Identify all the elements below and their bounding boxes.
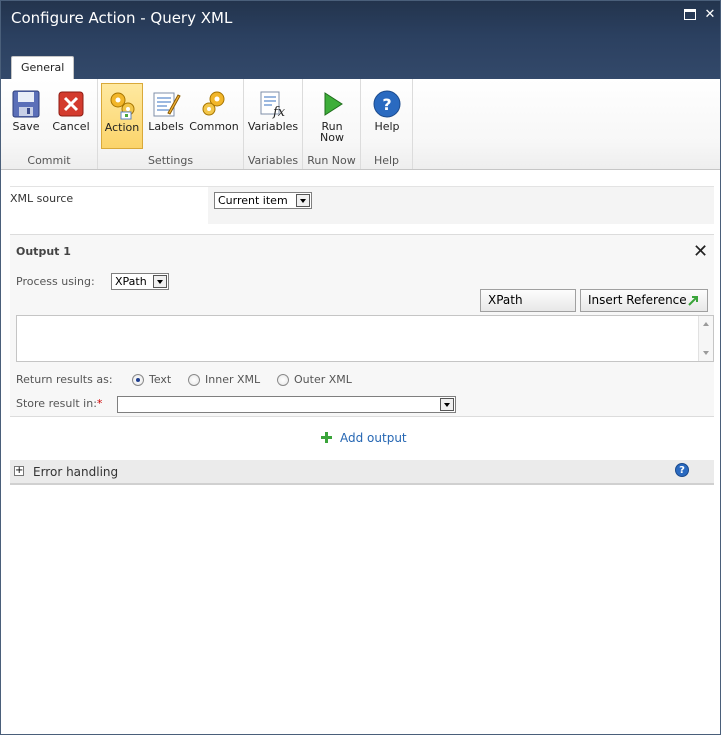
query-scrollbar[interactable] [698, 316, 713, 361]
xpath-query-input[interactable] [16, 315, 714, 362]
process-using-selected: XPath [115, 275, 147, 288]
help-icon[interactable]: ? [675, 463, 689, 477]
add-output-link[interactable]: Add output [340, 431, 407, 445]
ribbon-group-commit: Save Cancel Commit [1, 79, 98, 169]
maximize-icon[interactable] [684, 9, 696, 20]
xml-source-row: XML source Current item [10, 186, 714, 224]
process-using-label: Process using: [16, 275, 95, 288]
common-gears-icon [202, 91, 225, 116]
help-icon: ? [373, 90, 401, 118]
xpath-builder-button[interactable]: XPath Builder [480, 289, 576, 328]
variables-fx-icon: fx [260, 91, 286, 119]
run-now-button[interactable]: Run Now [308, 83, 356, 149]
help-button[interactable]: ? Help [365, 83, 409, 149]
cancel-button[interactable]: Cancel [49, 83, 93, 149]
chevron-down-icon [440, 398, 454, 411]
cancel-label: Cancel [52, 120, 90, 133]
common-button[interactable]: Common [189, 83, 239, 149]
return-inner-xml-radio[interactable] [188, 374, 200, 386]
insert-reference-label: Insert Reference [588, 293, 687, 307]
return-results-label: Return results as: [16, 373, 113, 386]
return-outer-xml-radio[interactable] [277, 374, 289, 386]
group-label-commit: Commit [27, 154, 71, 167]
store-result-label-text: Store result in: [16, 397, 97, 410]
action-label: Action [104, 121, 140, 134]
ribbon-group-variables: fx Variables Variables [244, 79, 303, 169]
variables-label: Variables [247, 120, 299, 133]
expand-icon[interactable]: + [14, 466, 24, 476]
ribbon-group-help: ? Help Help [361, 79, 413, 169]
group-label-run-now: Run Now [307, 154, 356, 167]
labels-icon [153, 92, 181, 117]
return-inner-xml-label: Inner XML [205, 373, 261, 386]
action-gears-icon [110, 92, 135, 120]
svg-text:?: ? [382, 95, 391, 114]
scroll-down-icon[interactable] [703, 351, 709, 355]
required-mark: * [96, 397, 103, 410]
add-icon [321, 432, 332, 443]
scroll-up-icon[interactable] [703, 322, 709, 326]
configure-action-dialog: Configure Action - Query XML ✕ General S… [0, 0, 721, 735]
process-using-select[interactable]: XPath [111, 273, 169, 290]
store-result-label: Store result in:* [16, 397, 102, 410]
return-text-radio[interactable] [132, 374, 144, 386]
remove-output-icon[interactable]: ✕ [693, 243, 708, 261]
group-label-help: Help [373, 154, 400, 167]
labels-button[interactable]: Labels [144, 83, 188, 149]
tab-general[interactable]: General [11, 56, 75, 79]
return-text-label: Text [149, 373, 172, 386]
variables-button[interactable]: fx Variables [247, 83, 299, 149]
group-label-settings: Settings [147, 154, 194, 167]
action-button[interactable]: Action [101, 83, 143, 149]
svg-text:fx: fx [272, 105, 286, 119]
chevron-down-icon [153, 275, 167, 288]
xml-source-value-cell: Current item [208, 187, 714, 224]
cancel-icon [58, 91, 84, 117]
output-title: Output 1 [16, 245, 71, 258]
chevron-down-icon [296, 194, 310, 207]
window-title: Configure Action - Query XML [11, 9, 233, 27]
error-handling-bar[interactable]: + Error handling ? [10, 460, 714, 485]
ribbon-group-settings: Action Labels Common Settings [98, 79, 244, 169]
ribbon-group-run-now: Run Now Run Now [303, 79, 361, 169]
run-play-icon [324, 92, 343, 116]
save-icon [12, 90, 40, 118]
save-button[interactable]: Save [4, 83, 48, 149]
ribbon: Save Cancel Commit Action Labels Common … [1, 79, 720, 170]
close-window-icon[interactable]: ✕ [704, 8, 716, 21]
labels-label: Labels [148, 120, 184, 133]
insert-reference-button[interactable]: Insert Reference [580, 289, 708, 312]
error-handling-label: Error handling [33, 465, 119, 479]
title-bar: Configure Action - Query XML ✕ General [1, 1, 720, 79]
group-label-variables: Variables [247, 154, 299, 167]
output-section: Output 1 ✕ Process using: XPath XPath Bu… [10, 234, 714, 417]
xml-source-select[interactable]: Current item [214, 192, 312, 209]
common-label: Common [189, 120, 239, 133]
xml-source-selected: Current item [218, 194, 288, 207]
insert-reference-icon [688, 296, 698, 306]
xml-source-label: XML source [10, 192, 74, 205]
return-outer-xml-label: Outer XML [294, 373, 352, 386]
save-label: Save [12, 120, 40, 133]
help-label: Help [374, 120, 400, 133]
run-now-label: Run Now [320, 120, 344, 144]
store-result-select[interactable] [117, 396, 456, 413]
